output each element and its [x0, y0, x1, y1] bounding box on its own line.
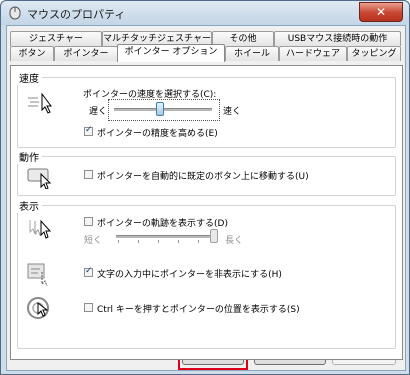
motion-group-title: 動作: [16, 149, 42, 164]
title-bar: マウスのプロパティ ✕: [1, 1, 409, 25]
tab-pointer-options[interactable]: ポインター オプション: [117, 44, 225, 62]
mouse-properties-window: マウスのプロパティ ✕ ジェスチャー マルチタッチジェスチャー その他 USBマ…: [0, 0, 410, 375]
pointer-speed-icon: [28, 92, 52, 114]
pointer-trails-checkbox[interactable]: [84, 217, 93, 226]
trails-long-label: 長く: [225, 236, 244, 246]
fast-label: 速く: [223, 107, 242, 117]
close-button[interactable]: ✕: [359, 2, 403, 22]
slow-label: 遅く: [89, 107, 108, 117]
hide-pointer-typing-icon: [27, 263, 48, 286]
speed-slider-thumb[interactable]: [156, 102, 164, 116]
pointer-trails-label: ポインターの軌跡を表示する(D): [97, 219, 228, 229]
pointer-options-panel: 速度 ポインターの速度を選択する(C): 遅く 速く ポインターの精度を高める(…: [10, 65, 403, 360]
show-location-ctrl-checkbox[interactable]: [84, 303, 93, 312]
window-title: マウスのプロパティ: [27, 8, 126, 21]
show-location-ctrl-icon: [27, 297, 49, 319]
tab-wheel[interactable]: ホイール: [225, 46, 279, 61]
trails-slider-thumb[interactable]: [210, 229, 218, 243]
snap-to-default-checkbox[interactable]: [84, 170, 93, 179]
snap-to-default-label: ポインターを自動的に既定のボタン上に移動する(U): [97, 172, 309, 182]
pointer-trails-icon: [29, 219, 52, 239]
speed-group: 速度 ポインターの速度を選択する(C): 遅く 速く ポインターの精度を高める(…: [16, 70, 396, 148]
tab-tapping[interactable]: タッピング: [347, 46, 401, 61]
hide-pointer-typing-label: 文字の入力中にポインターを非表示にする(H): [97, 270, 282, 280]
speed-group-title: 速度: [16, 70, 42, 85]
tab-pointers[interactable]: ポインター: [54, 46, 118, 61]
mouse-icon: [9, 6, 21, 20]
visibility-group: 表示 ポインターの軌跡を表示する(D) 短く 長く ✓ 文字の入力中にポインター…: [16, 198, 396, 349]
tab-usb-mouse[interactable]: USBマウス接続時の動作: [274, 31, 401, 46]
close-icon: ✕: [375, 5, 387, 19]
tab-hardware[interactable]: ハードウェア: [279, 46, 347, 61]
tab-gesture[interactable]: ジェスチャー: [10, 31, 102, 46]
tab-buttons[interactable]: ボタン: [10, 46, 54, 61]
snap-to-button-icon: [27, 168, 52, 189]
trails-slider-track[interactable]: [116, 235, 214, 238]
hide-pointer-typing-checkbox[interactable]: [84, 266, 93, 277]
motion-group: 動作 ポインターを自動的に既定のボタン上に移動する(U): [16, 149, 396, 196]
visibility-group-title: 表示: [16, 198, 42, 213]
enhance-precision-label: ポインターの精度を高める(E): [97, 129, 218, 139]
dialog-body: ジェスチャー マルチタッチジェスチャー その他 USBマウス接続時の動作 ボタン…: [6, 25, 406, 371]
enhance-precision-checkbox[interactable]: [84, 125, 93, 136]
trails-short-label: 短く: [84, 236, 103, 246]
show-location-ctrl-label: Ctrl キーを押すとポインターの位置を表示する(S): [97, 305, 300, 315]
